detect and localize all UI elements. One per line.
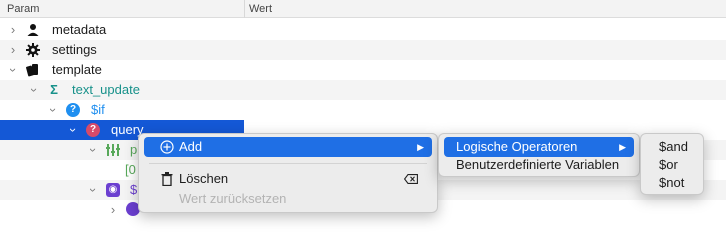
- menu-item-logical-operators[interactable]: Logische Operatoren ▶: [444, 137, 634, 157]
- menu-item-delete-label: Löschen: [179, 171, 229, 186]
- list-icon: [106, 144, 120, 156]
- menu-item-add-label: Add: [179, 139, 203, 154]
- menu-item-delete[interactable]: Löschen: [144, 169, 432, 189]
- chevron-down-icon[interactable]: ›: [24, 83, 44, 97]
- param-column-header[interactable]: Param: [7, 3, 39, 15]
- tree-row-if[interactable]: › ? $if: [0, 100, 726, 120]
- chevron-right-icon[interactable]: ›: [6, 20, 20, 40]
- tree-row-template[interactable]: › template: [0, 60, 726, 80]
- column-header: Param Wert: [0, 0, 726, 18]
- help-icon: ?: [66, 103, 80, 117]
- submenu-arrow-icon: ▶: [619, 142, 626, 152]
- submenu-logical-operators: $and $or $not: [640, 133, 704, 195]
- menu-item-logical-label: Logische Operatoren: [456, 139, 578, 154]
- gear-icon: [26, 43, 40, 57]
- tree-row-metadata[interactable]: › metadata: [0, 20, 726, 40]
- query-icon: ?: [86, 123, 100, 137]
- menu-item-custom-label: Benutzerdefinierte Variablen: [456, 157, 620, 172]
- menu-item-reset-label: Wert zurücksetzen: [179, 191, 287, 206]
- context-menu: Add ▶ Löschen Wert zurücksetzen: [138, 133, 438, 213]
- menu-item-and[interactable]: $and: [646, 137, 698, 157]
- menu-item-add[interactable]: Add ▶: [144, 137, 432, 157]
- eye-icon: ◉: [106, 183, 120, 197]
- tree-label-partial-2: [0: [125, 162, 136, 177]
- submenu-add: Logische Operatoren ▶ Benutzerdefinierte…: [438, 133, 640, 177]
- column-divider[interactable]: [244, 0, 245, 18]
- template-icon: [26, 64, 38, 77]
- delete-key-icon: [404, 174, 418, 184]
- tree-label-template: template: [52, 62, 102, 77]
- menu-item-custom-variables[interactable]: Benutzerdefinierte Variablen: [444, 155, 634, 175]
- chevron-down-icon[interactable]: ›: [43, 103, 63, 117]
- chevron-down-icon[interactable]: ›: [83, 183, 103, 197]
- submenu-arrow-icon: ▶: [417, 142, 424, 152]
- menu-item-not[interactable]: $not: [646, 173, 698, 193]
- trash-icon: [161, 172, 173, 186]
- chevron-down-icon[interactable]: ›: [63, 123, 83, 137]
- menu-item-reset-value: Wert zurücksetzen: [144, 189, 432, 209]
- menu-item-not-label: $not: [659, 175, 685, 190]
- tree-label-partial-1: p: [130, 142, 138, 157]
- tree-label-partial-3: $: [130, 182, 138, 197]
- tree-label-text-update: text_update: [72, 82, 140, 97]
- menu-item-or[interactable]: $or: [646, 155, 698, 175]
- tree-label-if: $if: [91, 102, 105, 117]
- sigma-icon: Σ: [50, 82, 58, 97]
- menu-item-and-label: $and: [659, 139, 688, 154]
- chevron-down-icon[interactable]: ›: [83, 143, 103, 157]
- chevron-right-icon[interactable]: ›: [6, 40, 20, 60]
- chevron-down-icon[interactable]: ›: [3, 63, 23, 77]
- person-icon: [27, 24, 39, 36]
- tree-row-text-update[interactable]: › Σ text_update: [0, 80, 726, 100]
- menu-item-or-label: $or: [659, 157, 678, 172]
- tree-label-settings: settings: [52, 42, 97, 57]
- value-column-header[interactable]: Wert: [249, 3, 272, 15]
- plus-circle-icon: [160, 140, 174, 154]
- chevron-right-icon[interactable]: ›: [106, 200, 120, 220]
- tree-row-settings[interactable]: › settings: [0, 40, 726, 60]
- tree-label-metadata: metadata: [52, 22, 107, 37]
- menu-divider: [149, 163, 427, 164]
